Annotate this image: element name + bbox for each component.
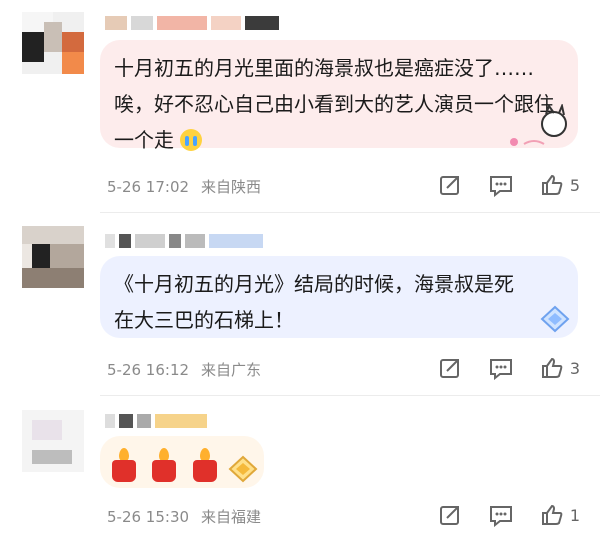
cat-sticker-icon	[510, 104, 567, 146]
username[interactable]	[105, 410, 207, 432]
reply-icon[interactable]	[488, 503, 514, 527]
like-count: 3	[569, 358, 580, 378]
username[interactable]	[105, 230, 263, 252]
like-count: 5	[569, 175, 580, 195]
share-icon[interactable]	[438, 356, 462, 380]
crying-emoji-icon	[180, 129, 203, 151]
candle-emoji-icon	[150, 447, 178, 482]
comment-actions: 3	[438, 356, 580, 380]
thumbs-up-icon	[541, 357, 563, 378]
like-button[interactable]: 3	[540, 356, 580, 380]
avatar[interactable]	[22, 12, 84, 74]
diamond-badge-icon	[540, 305, 570, 333]
share-icon[interactable]	[438, 503, 462, 527]
reply-icon[interactable]	[488, 173, 514, 197]
comment-location: 来自福建	[201, 508, 262, 526]
divider	[100, 212, 600, 213]
avatar[interactable]	[22, 410, 84, 472]
like-count: 1	[569, 505, 580, 525]
candle-emoji-icon	[191, 447, 219, 482]
avatar[interactable]	[22, 226, 84, 288]
reply-icon[interactable]	[488, 356, 514, 380]
comment-meta: 5-26 16:12 来自广东	[107, 359, 261, 380]
username[interactable]	[105, 12, 279, 34]
thumbs-up-icon	[541, 504, 563, 525]
comment-meta: 5-26 17:02 来自陕西	[107, 176, 261, 197]
like-button[interactable]: 1	[540, 503, 580, 527]
comment-date: 5-26 16:12	[107, 360, 190, 379]
comment-location: 来自广东	[201, 361, 262, 379]
thumbs-up-icon	[541, 174, 563, 195]
comment-meta: 5-26 15:30 来自福建	[107, 506, 261, 527]
comment-actions: 5	[438, 173, 580, 197]
comment-date: 5-26 17:02	[107, 177, 190, 196]
comment-date: 5-26 15:30	[107, 507, 190, 526]
divider	[100, 395, 600, 396]
candle-emoji-icon	[110, 447, 138, 482]
like-button[interactable]: 5	[540, 173, 580, 197]
comment-bubble: 十月初五的月光里面的海景叔也是癌症没了……唉，好不忍心自己由小看到大的艺人演员一…	[100, 40, 578, 152]
comment-bubble: 《十月初五的月光》结局的时候，海景叔是死在大三巴的石梯上！	[100, 256, 578, 338]
share-icon[interactable]	[438, 173, 462, 197]
comment-location: 来自陕西	[201, 178, 262, 196]
comment-actions: 1	[438, 503, 580, 527]
comment-bubble	[100, 436, 264, 488]
gold-badge-icon	[228, 455, 258, 483]
comment-text: 《十月初五的月光》结局的时候，海景叔是死在大三巴的石梯上！	[114, 272, 514, 332]
